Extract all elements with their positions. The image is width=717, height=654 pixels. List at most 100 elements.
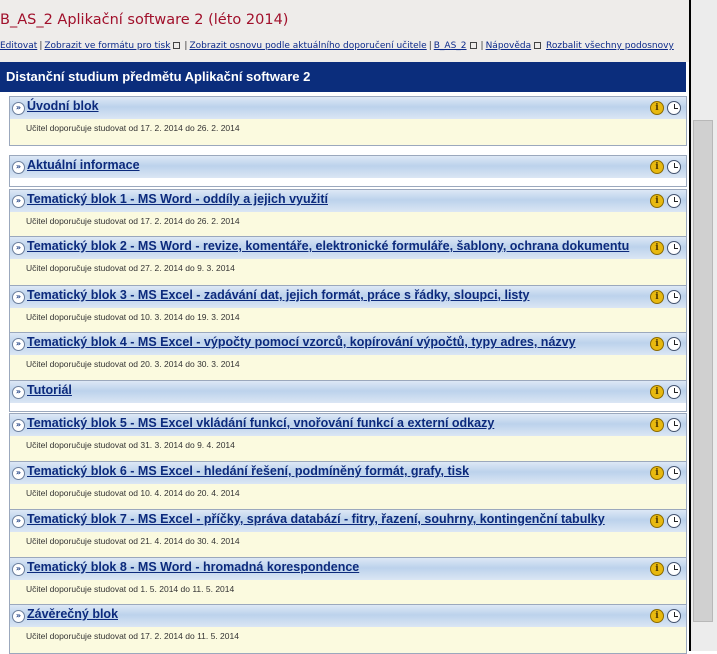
- edit-link[interactable]: Editovat: [0, 41, 37, 51]
- block-footer: [10, 138, 686, 145]
- recommended-period: Učitel doporučuje studovat od 31. 3. 201…: [26, 440, 235, 450]
- block-body: Učitel doporučuje studovat od 20. 3. 201…: [10, 355, 686, 374]
- outline-block: » Tematický blok 5 - MS Excel vkládání fu…: [9, 413, 687, 463]
- block-title-link[interactable]: Aktuální informace: [27, 158, 140, 172]
- expand-icon[interactable]: »: [12, 195, 25, 208]
- block-body: Učitel doporučuje studovat od 31. 3. 201…: [10, 436, 686, 455]
- block-body: Učitel doporučuje studovat od 17. 2. 201…: [10, 212, 686, 231]
- banner-title: Distanční studium předmětu Aplikační sof…: [6, 69, 311, 84]
- outline-view-link[interactable]: Zobrazit osnovu podle aktuálního doporuč…: [189, 41, 426, 51]
- block-title-link[interactable]: Tematický blok 6 - MS Excel - hledání ře…: [27, 464, 469, 478]
- expand-icon[interactable]: »: [12, 161, 25, 174]
- info-icon[interactable]: i: [650, 290, 664, 304]
- info-icon[interactable]: i: [650, 194, 664, 208]
- info-icon[interactable]: i: [650, 160, 664, 174]
- course-banner: Distanční studium předmětu Aplikační sof…: [0, 62, 686, 92]
- outline-block: » Aktuální informace i: [9, 155, 687, 187]
- info-icon[interactable]: i: [650, 385, 664, 399]
- block-header: » Tematický blok 5 - MS Excel vkládání fu…: [10, 414, 686, 436]
- toolbar: Editovat | Zobrazit ve formátu pro tisk | Zo…: [0, 41, 674, 51]
- block-header: » Tematický blok 4 - MS Excel - výpočty p…: [10, 333, 686, 355]
- block-header: » Tematický blok 8 - MS Word - hromadná k…: [10, 558, 686, 580]
- block-header: » Tematický blok 2 - MS Word - revize, ko…: [10, 237, 686, 259]
- expand-icon[interactable]: »: [12, 563, 25, 576]
- info-icon[interactable]: i: [650, 466, 664, 480]
- course-title: B_AS_2 Aplikační software 2 (léto 2014): [0, 12, 289, 28]
- expand-icon[interactable]: »: [12, 242, 25, 255]
- info-icon[interactable]: i: [650, 562, 664, 576]
- info-icon[interactable]: i: [650, 418, 664, 432]
- clock-icon[interactable]: [667, 609, 681, 623]
- clock-icon[interactable]: [667, 514, 681, 528]
- block-header: » Tematický blok 7 - MS Excel - příčky, s…: [10, 510, 686, 532]
- info-icon[interactable]: i: [650, 241, 664, 255]
- block-title-link[interactable]: Tematický blok 4 - MS Excel - výpočty po…: [27, 335, 576, 349]
- expand-icon[interactable]: »: [12, 386, 25, 399]
- clock-icon[interactable]: [667, 241, 681, 255]
- outline-block: » Tematický blok 8 - MS Word - hromadná k…: [9, 557, 687, 607]
- outline-block: » Tematický blok 6 - MS Excel - hledání ř…: [9, 461, 687, 511]
- clock-icon[interactable]: [667, 466, 681, 480]
- clock-icon[interactable]: [667, 337, 681, 351]
- block-header: » Tematický blok 6 - MS Excel - hledání ř…: [10, 462, 686, 484]
- block-title-link[interactable]: Tutoriál: [27, 383, 72, 397]
- recommended-period: Učitel doporučuje studovat od 17. 2. 201…: [26, 216, 240, 226]
- outline-block: » Úvodní blok i Učitel doporučuje studovat …: [9, 96, 687, 146]
- course-header: B_AS_2 Aplikační software 2 (léto 2014) …: [0, 0, 689, 62]
- info-icon[interactable]: i: [650, 337, 664, 351]
- block-body: Učitel doporučuje studovat od 10. 4. 201…: [10, 484, 686, 503]
- block-title-link[interactable]: Tematický blok 1 - MS Word - oddíly a je…: [27, 192, 328, 206]
- block-body: Učitel doporučuje studovat od 10. 3. 201…: [10, 308, 686, 327]
- scrollbar-thumb[interactable]: [693, 120, 713, 622]
- block-footer: [10, 403, 686, 411]
- info-icon[interactable]: i: [650, 514, 664, 528]
- recommended-period: Učitel doporučuje studovat od 10. 4. 201…: [26, 488, 240, 498]
- block-body: Učitel doporučuje studovat od 21. 4. 201…: [10, 532, 686, 551]
- print-view-link[interactable]: Zobrazit ve formátu pro tisk: [44, 41, 170, 51]
- outline-block: » Tematický blok 4 - MS Excel - výpočty p…: [9, 332, 687, 382]
- clock-icon[interactable]: [667, 194, 681, 208]
- expand-all-link[interactable]: Rozbalit všechny podosnovy: [546, 41, 674, 51]
- info-icon[interactable]: i: [650, 609, 664, 623]
- block-header: » Tematický blok 3 - MS Excel - zadávání …: [10, 286, 686, 308]
- outline-block: » Tematický blok 7 - MS Excel - příčky, s…: [9, 509, 687, 559]
- outline-block: » Tematický blok 1 - MS Word - oddíly a j…: [9, 189, 687, 239]
- expand-icon[interactable]: »: [12, 419, 25, 432]
- info-icon[interactable]: i: [650, 101, 664, 115]
- expand-icon[interactable]: »: [12, 338, 25, 351]
- expand-icon[interactable]: »: [12, 515, 25, 528]
- external-window-icon: [469, 41, 477, 49]
- block-title-link[interactable]: Tematický blok 2 - MS Word - revize, kom…: [27, 239, 629, 253]
- block-title-link[interactable]: Tematický blok 3 - MS Excel - zadávání d…: [27, 288, 530, 302]
- clock-icon[interactable]: [667, 385, 681, 399]
- recommended-period: Učitel doporučuje studovat od 27. 2. 201…: [26, 263, 235, 273]
- help-link[interactable]: Nápověda: [486, 41, 532, 51]
- outline-block: » Závěrečný blok i Učitel doporučuje studov…: [9, 604, 687, 654]
- block-title-link[interactable]: Tematický blok 7 - MS Excel - příčky, sp…: [27, 512, 605, 526]
- expand-icon[interactable]: »: [12, 102, 25, 115]
- clock-icon[interactable]: [667, 160, 681, 174]
- expand-icon[interactable]: »: [12, 291, 25, 304]
- clock-icon[interactable]: [667, 101, 681, 115]
- outline-block: » Tematický blok 3 - MS Excel - zadávání …: [9, 285, 687, 335]
- recommended-period: Učitel doporučuje studovat od 21. 4. 201…: [26, 536, 240, 546]
- block-title-link[interactable]: Úvodní blok: [27, 99, 99, 113]
- clock-icon[interactable]: [667, 418, 681, 432]
- block-header: » Závěrečný blok i: [10, 605, 686, 627]
- recommended-period: Učitel doporučuje studovat od 17. 2. 201…: [26, 123, 240, 133]
- expand-icon[interactable]: »: [12, 610, 25, 623]
- clock-icon[interactable]: [667, 562, 681, 576]
- course-code-link[interactable]: B_AS_2: [434, 41, 467, 51]
- block-body: Učitel doporučuje studovat od 27. 2. 201…: [10, 259, 686, 278]
- block-header: » Tutoriál i: [10, 381, 686, 403]
- block-body: Učitel doporučuje studovat od 17. 2. 201…: [10, 627, 686, 646]
- block-footer: [10, 278, 686, 285]
- recommended-period: Učitel doporučuje studovat od 10. 3. 201…: [26, 312, 240, 322]
- expand-icon[interactable]: »: [12, 467, 25, 480]
- block-title-link[interactable]: Závěrečný blok: [27, 607, 118, 621]
- block-title-link[interactable]: Tematický blok 8 - MS Word - hromadná ko…: [27, 560, 359, 574]
- block-footer: [10, 646, 686, 653]
- block-title-link[interactable]: Tematický blok 5 - MS Excel vkládání fun…: [27, 416, 494, 430]
- clock-icon[interactable]: [667, 290, 681, 304]
- recommended-period: Učitel doporučuje studovat od 20. 3. 201…: [26, 359, 240, 369]
